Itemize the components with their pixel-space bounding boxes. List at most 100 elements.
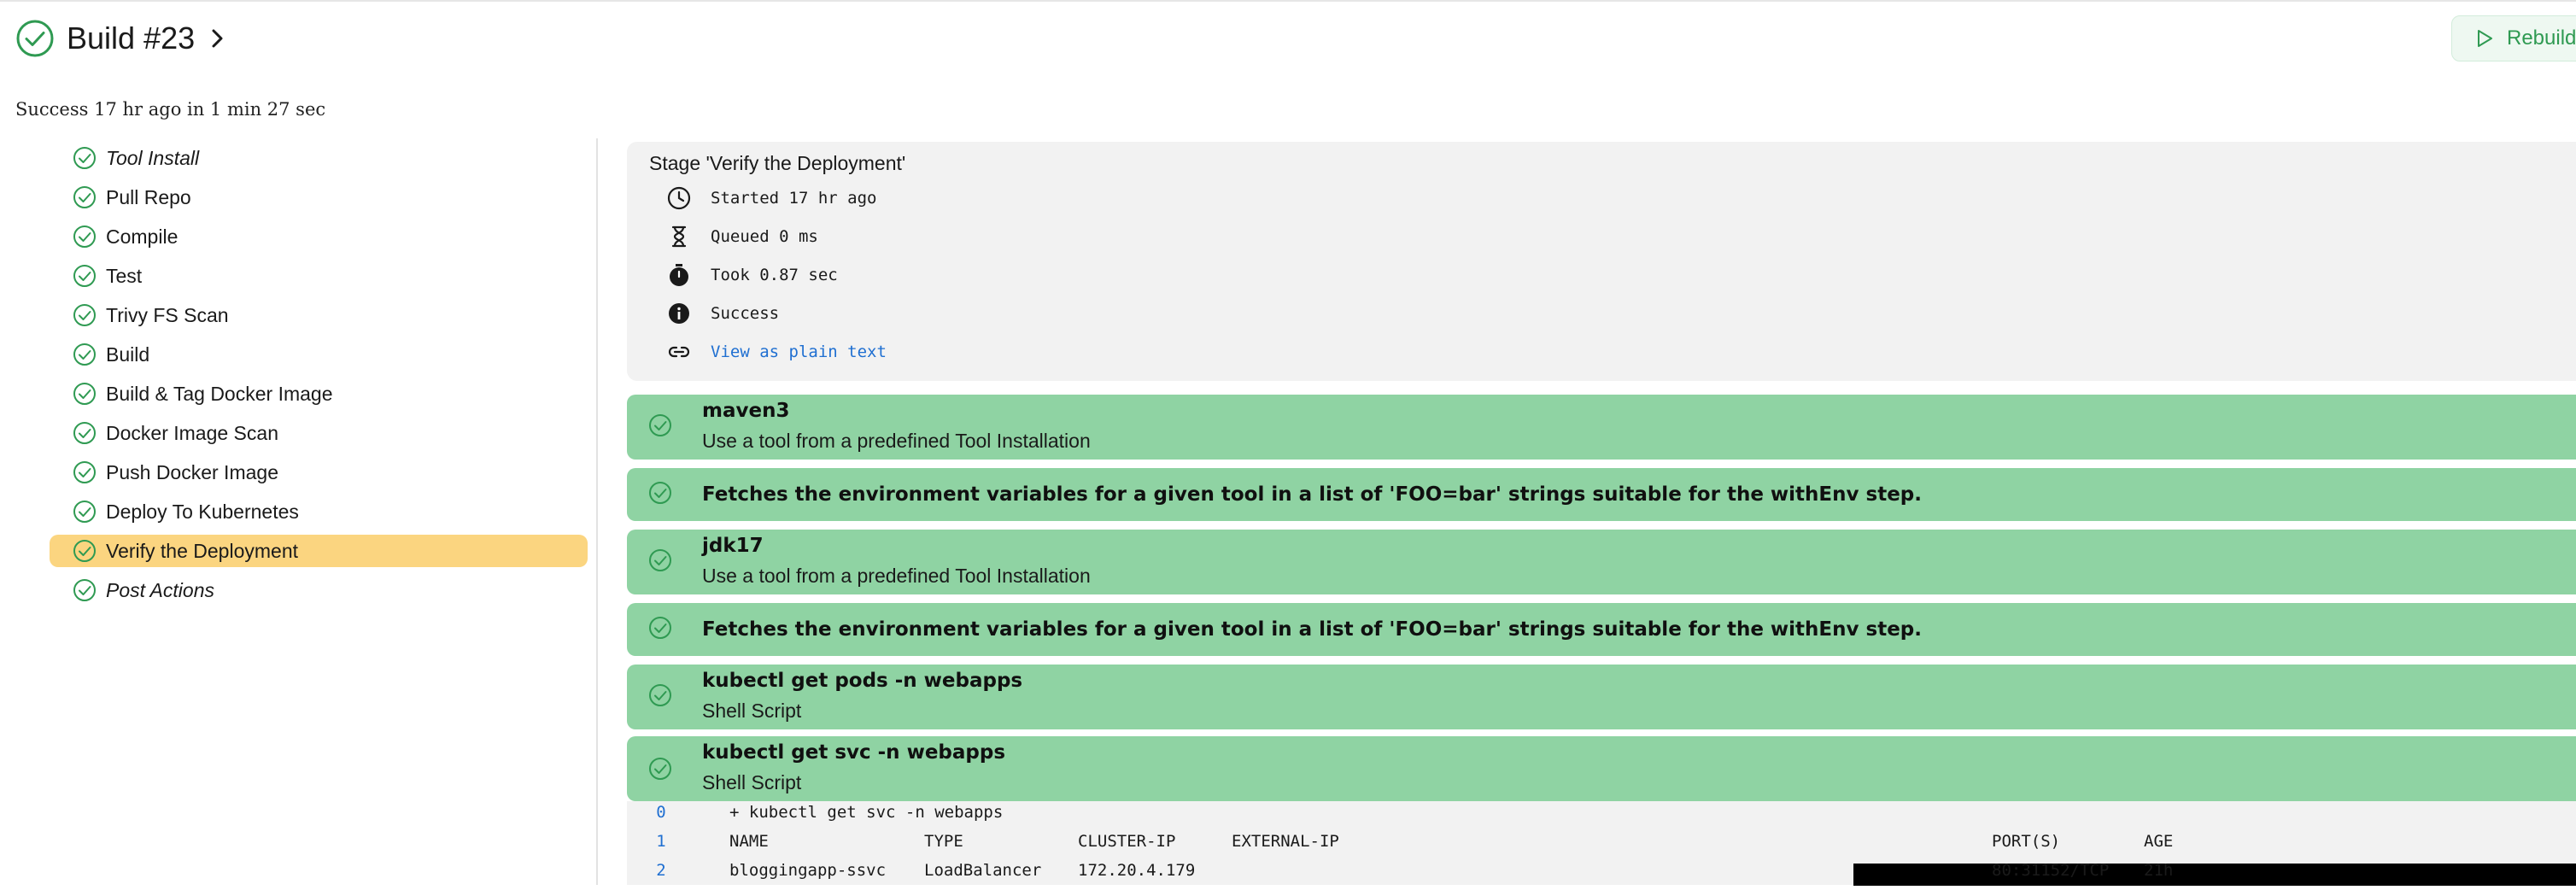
success-check-icon [16,20,54,57]
step-description: Shell Script [702,700,802,722]
step-name: kubectl get svc -n webapps [702,741,1006,764]
stage-item-push-docker-image[interactable]: Push Docker Image [50,456,588,489]
status-text: Success [711,304,780,323]
rebuild-button[interactable]: Rebuild [2451,15,2576,61]
log-line: 1 NAME TYPE CLUSTER-IP EXTERNAL-IP PORT(… [627,832,2576,861]
log-line: 2 bloggingapp-ssvc LoadBalancer 172.20.4… [627,861,2576,890]
stage-item-test[interactable]: Test [50,260,588,292]
success-check-icon [73,501,96,523]
stage-label: Pull Repo [106,185,191,208]
stage-item-pull-repo[interactable]: Pull Repo [50,181,588,214]
view-plain-text-link[interactable]: View as plain text [711,343,887,361]
status-row: Success [666,298,779,329]
stage-item-build[interactable]: Build [50,338,588,371]
stage-label: Docker Image Scan [106,421,278,444]
svc-age: 21h [2144,861,2174,880]
success-check-icon [73,186,96,208]
success-check-icon [73,540,96,562]
success-check-icon [649,758,671,780]
line-number[interactable]: 2 [653,861,670,880]
step-jdk17[interactable]: jdk17 Use a tool from a predefined Tool … [627,530,2576,594]
step-kubectl-get-pods[interactable]: kubectl get pods -n webapps Shell Script [627,665,2576,729]
stage-label: Tool Install [106,146,200,169]
svc-type: LoadBalancer [924,861,1042,880]
stage-label: Push Docker Image [106,460,278,483]
line-number[interactable]: 1 [653,832,670,851]
step-description: Use a tool from a predefined Tool Instal… [702,430,1091,452]
step-name: jdk17 [702,535,764,557]
svc-name: bloggingapp-ssvc [729,861,887,880]
step-fetch-env-2[interactable]: Fetches the environment variables for a … [627,603,2576,656]
success-check-icon [649,549,671,571]
success-check-icon [649,617,671,639]
stopwatch-icon [670,264,688,286]
clock-icon [667,186,691,210]
success-check-icon [649,684,671,706]
stage-item-post-actions[interactable]: Post Actions [50,574,588,606]
stage-label: Deploy To Kubernetes [106,500,299,523]
step-name: maven3 [702,400,790,422]
success-check-icon [73,422,96,444]
step-name: Fetches the environment variables for a … [702,618,1922,641]
success-check-icon [649,482,671,504]
success-check-icon [73,147,96,169]
success-check-icon [73,304,96,326]
stage-detail-title: Stage 'Verify the Deployment' [649,152,906,174]
step-maven3[interactable]: maven3 Use a tool from a predefined Tool… [627,395,2576,460]
svc-cluster-ip: 172.20.4.179 [1078,861,1196,880]
line-number[interactable]: 0 [653,803,670,822]
stage-item-compile[interactable]: Compile [50,220,588,253]
col-type: TYPE [924,832,963,851]
stage-item-deploy-to-kubernetes[interactable]: Deploy To Kubernetes [50,495,588,528]
took-text: Took 0.87 sec [711,266,838,284]
success-check-icon [649,414,671,436]
redacted-external-ip [1853,864,2576,886]
success-check-icon [73,579,96,601]
success-check-icon [73,265,96,287]
sidebar-divider [596,138,598,885]
log-line: 0 + kubectl get svc -n webapps [627,803,2576,832]
stage-item-build-tag-docker-image[interactable]: Build & Tag Docker Image [50,378,588,410]
stage-detail-panel: Stage 'Verify the Deployment' Started 17… [627,142,2576,381]
svc-ports: 80:31152/TCP [1992,861,2110,880]
col-age: AGE [2144,832,2174,851]
build-title: Build #23 [67,20,196,56]
chevron-right-icon[interactable] [207,27,229,50]
stage-list: Tool Install Pull Repo Compile Test Triv… [50,142,588,613]
col-ports: PORT(S) [1992,832,2061,851]
log-command: + kubectl get svc -n webapps [729,803,1004,822]
plain-text-row: View as plain text [666,337,887,367]
stage-label: Trivy FS Scan [106,303,229,326]
stage-item-verify-the-deployment[interactable]: Verify the Deployment [50,535,588,567]
step-description: Use a tool from a predefined Tool Instal… [702,565,1091,587]
step-kubectl-get-svc[interactable]: kubectl get svc -n webapps Shell Script [627,736,2576,801]
stage-label: Test [106,264,143,287]
success-check-icon [73,383,96,405]
col-external-ip: EXTERNAL-IP [1232,832,1339,851]
link-icon [668,346,690,358]
stage-label: Post Actions [106,578,214,601]
step-fetch-env-1[interactable]: Fetches the environment variables for a … [627,468,2576,521]
step-name: Fetches the environment variables for a … [702,483,1922,506]
col-name: NAME [729,832,769,851]
stage-item-tool-install[interactable]: Tool Install [50,142,588,174]
took-row: Took 0.87 sec [666,260,838,290]
success-check-icon [73,461,96,483]
stage-item-docker-image-scan[interactable]: Docker Image Scan [50,417,588,449]
info-icon [669,303,689,324]
stage-label: Verify the Deployment [106,539,299,562]
stage-item-trivy-fs-scan[interactable]: Trivy FS Scan [50,299,588,331]
col-cluster-ip: CLUSTER-IP [1078,832,1176,851]
build-header: Build #23 [15,17,229,60]
success-check-icon [73,225,96,248]
started-row: Started 17 hr ago [666,183,876,214]
started-text: Started 17 hr ago [711,189,877,208]
success-check-icon [73,343,96,366]
stage-label: Compile [106,225,179,248]
build-summary: Success 17 hr ago in 1 min 27 sec [15,99,326,120]
console-log: 0 + kubectl get svc -n webapps 1 NAME TY… [627,801,2576,886]
step-description: Shell Script [702,771,802,793]
rebuild-label: Rebuild [2507,26,2576,50]
step-name: kubectl get pods -n webapps [702,670,1023,692]
play-icon [2478,30,2492,47]
